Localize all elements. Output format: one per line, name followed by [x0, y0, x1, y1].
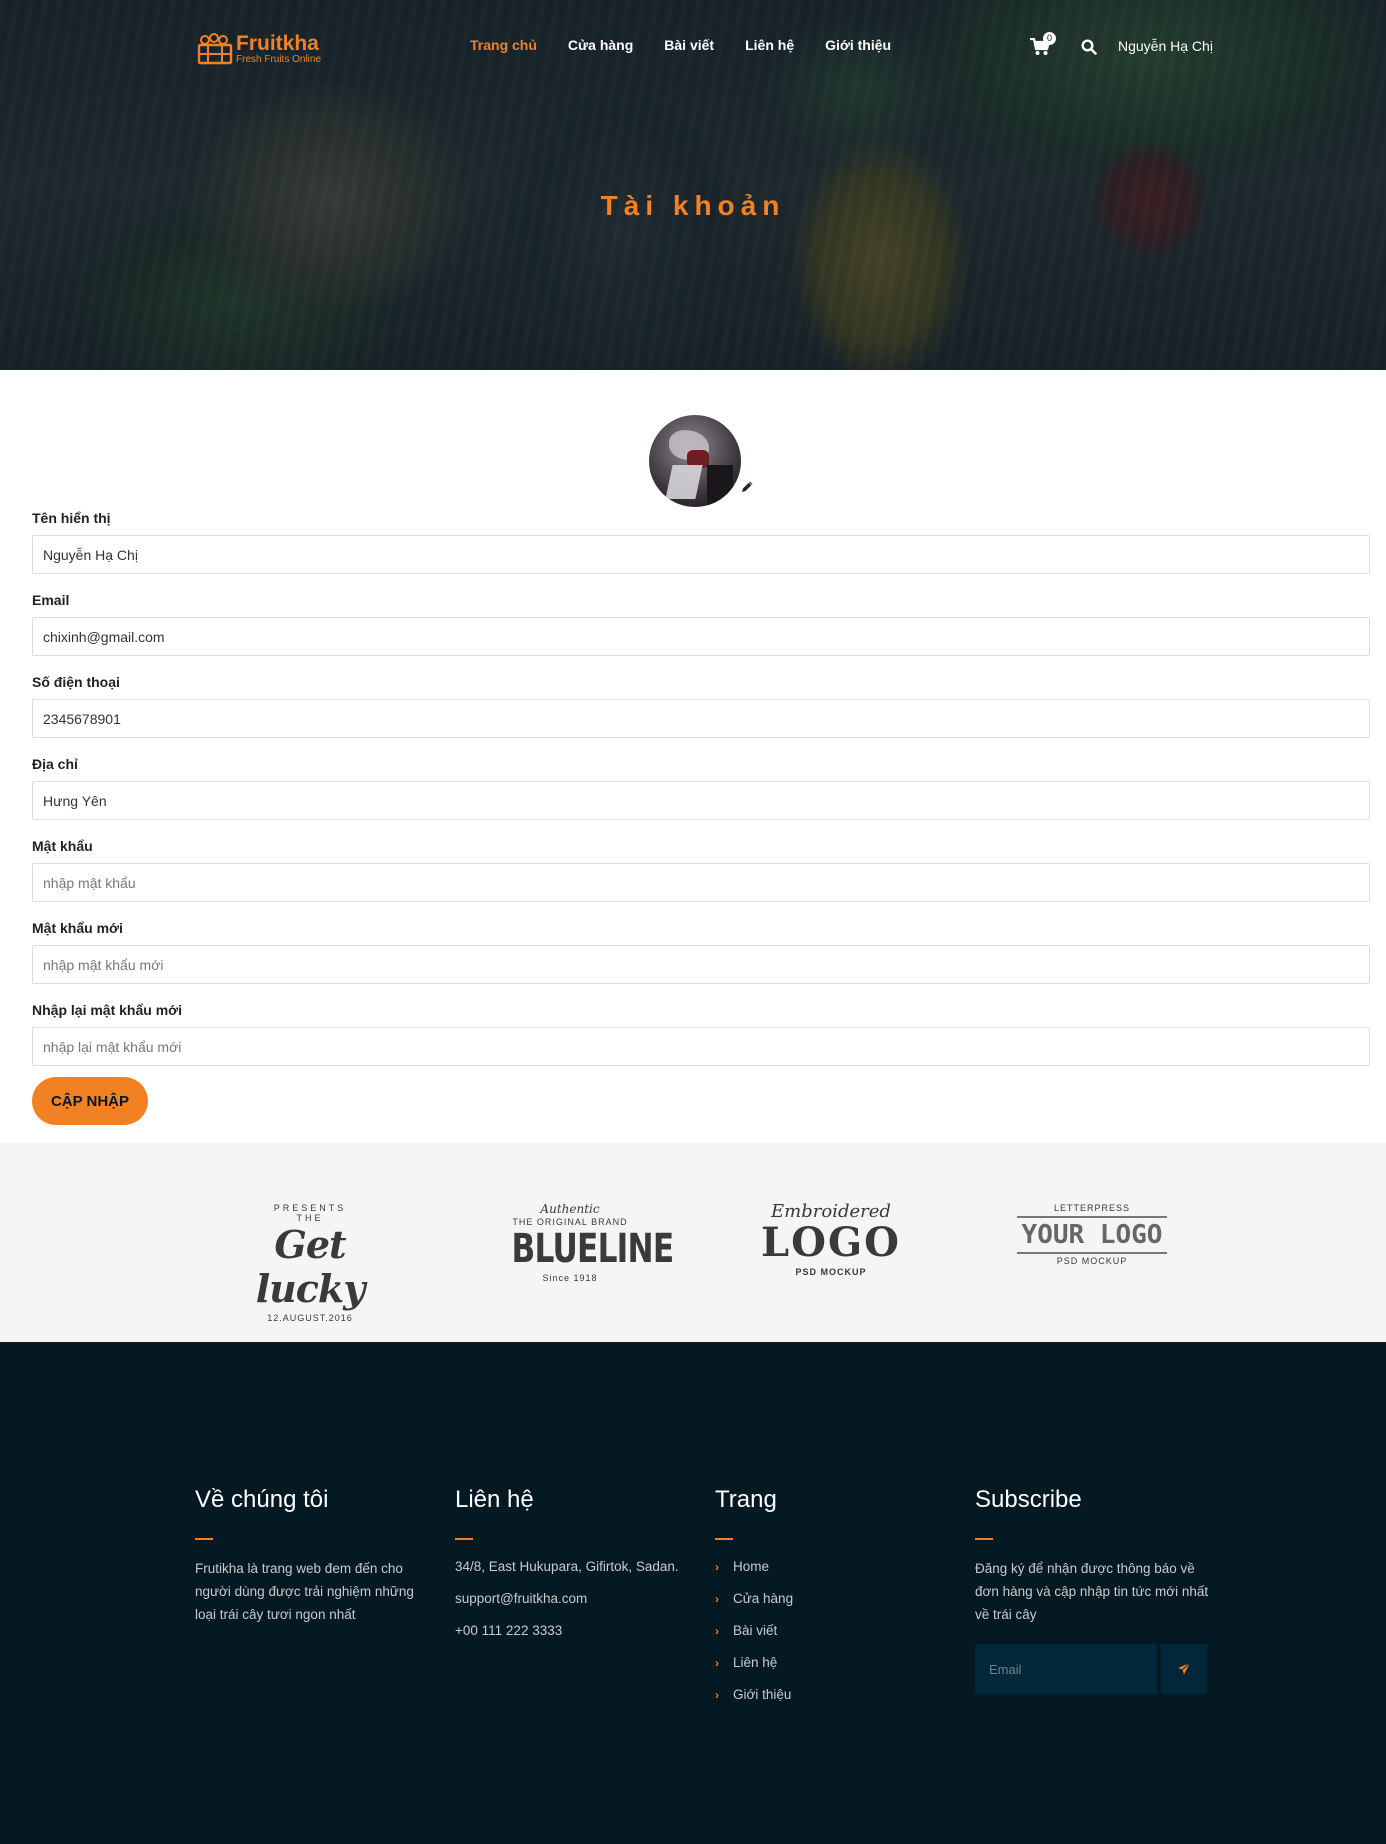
chevron-right-icon: ›: [715, 1624, 719, 1638]
brand-logo-bottom-text: 12.AUGUST.2016: [267, 1313, 353, 1323]
footer-pages: Trang › Home › Cửa hàng › Bài viết › Liê…: [715, 1483, 915, 1717]
main-nav: Trang chủ Cửa hàng Bài viết Liên hệ Giới…: [470, 37, 922, 53]
avatar[interactable]: [649, 415, 741, 507]
fruit-basket-icon: [197, 33, 233, 65]
footer-link-about[interactable]: › Giới thiệu: [715, 1685, 915, 1705]
footer-link-label: Home: [733, 1559, 770, 1574]
footer-pages-title: Trang: [715, 1486, 777, 1513]
confirm-password-input[interactable]: [32, 1027, 1370, 1066]
avatar-image: [649, 415, 741, 507]
nav-item-blog[interactable]: Bài viết: [664, 37, 714, 53]
display-name-field: Tên hiển thị: [32, 508, 1370, 574]
confirm-password-label: Nhập lại mật khẩu mới: [32, 1002, 182, 1018]
brand-logo-top-text: PRESENTS: [273, 1203, 347, 1213]
brand-logo-blueline: Authentic THE ORIGINAL BRAND BLUELINE Si…: [495, 1202, 675, 1288]
nav-item-home[interactable]: Trang chủ: [470, 37, 537, 53]
cart-count-badge: 0: [1043, 32, 1056, 45]
footer-link-label: Bài viết: [733, 1623, 778, 1638]
email-input[interactable]: [32, 617, 1370, 656]
brand-logo-letterpress: LETTERPRESS YOUR LOGO PSD MOCKUP: [1017, 1203, 1167, 1288]
email-label: Email: [32, 592, 70, 608]
user-account-link[interactable]: Nguyễn Hạ Chị: [1118, 38, 1213, 54]
footer-email[interactable]: support@fruitkha.com: [455, 1589, 685, 1609]
nav-item-contact[interactable]: Liên hệ: [745, 37, 794, 53]
footer-about: Về chúng tôi Frutikha là trang web đem đ…: [195, 1483, 420, 1626]
site-footer: Về chúng tôi Frutikha là trang web đem đ…: [0, 1342, 1386, 1844]
footer-contact-title: Liên hệ: [455, 1486, 534, 1513]
nav-item-shop[interactable]: Cửa hàng: [568, 37, 633, 53]
footer-subscribe-title: Subscribe: [975, 1486, 1082, 1513]
display-name-input[interactable]: [32, 535, 1370, 574]
profile-form: Tên hiển thị Email Số điện thoại Địa chỉ…: [32, 508, 1370, 1082]
brand-logo-main-text: Get lucky: [255, 1222, 366, 1311]
password-field: Mật khẩu: [32, 836, 1370, 902]
address-field: Địa chỉ: [32, 754, 1370, 820]
password-label: Mật khẩu: [32, 838, 93, 854]
footer-about-title: Về chúng tôi: [195, 1486, 329, 1513]
subscribe-form: [975, 1644, 1210, 1694]
pencil-icon[interactable]: [740, 480, 754, 494]
logo-tagline: Fresh Fruits Online: [236, 54, 322, 65]
new-password-label: Mật khẩu mới: [32, 920, 123, 936]
subscribe-email-input[interactable]: [975, 1644, 1157, 1694]
footer-phone[interactable]: +00 111 222 3333: [455, 1621, 685, 1641]
brand-logo-top-text: LETTERPRESS: [1053, 1203, 1131, 1213]
footer-divider: [195, 1538, 213, 1540]
phone-input[interactable]: [32, 699, 1370, 738]
new-password-field: Mật khẩu mới: [32, 918, 1370, 984]
display-name-label: Tên hiển thị: [32, 510, 111, 526]
phone-field: Số điện thoại: [32, 672, 1370, 738]
footer-address: 34/8, East Hukupara, Gifirtok, Sadan.: [455, 1559, 679, 1574]
logo-name: Fruitkha: [236, 32, 319, 55]
brand-logos-section: PRESENTS THE Get lucky 12.AUGUST.2016 Au…: [0, 1143, 1386, 1342]
confirm-password-field: Nhập lại mật khẩu mới: [32, 1000, 1370, 1066]
search-icon[interactable]: [1081, 39, 1097, 55]
site-logo[interactable]: Fruitkha Fresh Fruits Online: [196, 31, 331, 67]
brand-logo-main-text: BLUELINE: [511, 1226, 675, 1272]
page-title: Tài khoản: [600, 190, 786, 221]
chevron-right-icon: ›: [715, 1592, 719, 1606]
footer-link-home[interactable]: › Home: [715, 1557, 915, 1577]
footer-link-label: Cửa hàng: [733, 1591, 794, 1606]
brand-logo-main-text: YOUR LOGO: [1017, 1216, 1167, 1254]
new-password-input[interactable]: [32, 945, 1370, 984]
subscribe-button[interactable]: [1161, 1644, 1207, 1694]
brand-logo-main-text: LOGO: [761, 1219, 901, 1266]
password-input[interactable]: [32, 863, 1370, 902]
brand-logo-bottom-text: PSD MOCKUP: [1056, 1256, 1128, 1266]
footer-link-label: Giới thiệu: [733, 1687, 792, 1702]
chevron-right-icon: ›: [715, 1656, 719, 1670]
address-label: Địa chỉ: [32, 756, 78, 772]
footer-link-shop[interactable]: › Cửa hàng: [715, 1589, 915, 1609]
footer-subscribe-text: Đăng ký để nhận được thông báo về đơn hà…: [975, 1561, 1209, 1622]
footer-contact: Liên hệ 34/8, East Hukupara, Gifirtok, S…: [455, 1483, 685, 1653]
phone-label: Số điện thoại: [32, 674, 120, 690]
chevron-right-icon: ›: [715, 1688, 719, 1702]
email-field: Email: [32, 590, 1370, 656]
site-header: Fruitkha Fresh Fruits Online Trang chủ C…: [0, 0, 1386, 95]
footer-divider: [715, 1538, 733, 1540]
brand-logo-get-lucky: PRESENTS THE Get lucky 12.AUGUST.2016: [235, 1203, 385, 1323]
brand-logo-bottom-text: Since 1918: [542, 1273, 598, 1283]
update-button[interactable]: CẬP NHẬP: [32, 1077, 148, 1125]
footer-link-label: Liên hệ: [733, 1655, 778, 1670]
footer-divider: [975, 1538, 993, 1540]
address-input[interactable]: [32, 781, 1370, 820]
nav-item-about[interactable]: Giới thiệu: [825, 37, 891, 53]
paper-plane-icon: [1178, 1662, 1191, 1675]
brand-logo-embroidered: Embroidered LOGO PSD MOCKUP: [756, 1203, 906, 1288]
footer-link-contact[interactable]: › Liên hệ: [715, 1653, 915, 1673]
brand-logo-top-text: Authentic: [540, 1202, 600, 1216]
footer-subscribe: Subscribe Đăng ký để nhận được thông báo…: [975, 1483, 1210, 1694]
brand-logo-bottom-text: PSD MOCKUP: [795, 1267, 867, 1277]
chevron-right-icon: ›: [715, 1560, 719, 1574]
footer-divider: [455, 1538, 473, 1540]
footer-about-text: Frutikha là trang web đem đến cho người …: [195, 1561, 414, 1622]
footer-link-blog[interactable]: › Bài viết: [715, 1621, 915, 1641]
